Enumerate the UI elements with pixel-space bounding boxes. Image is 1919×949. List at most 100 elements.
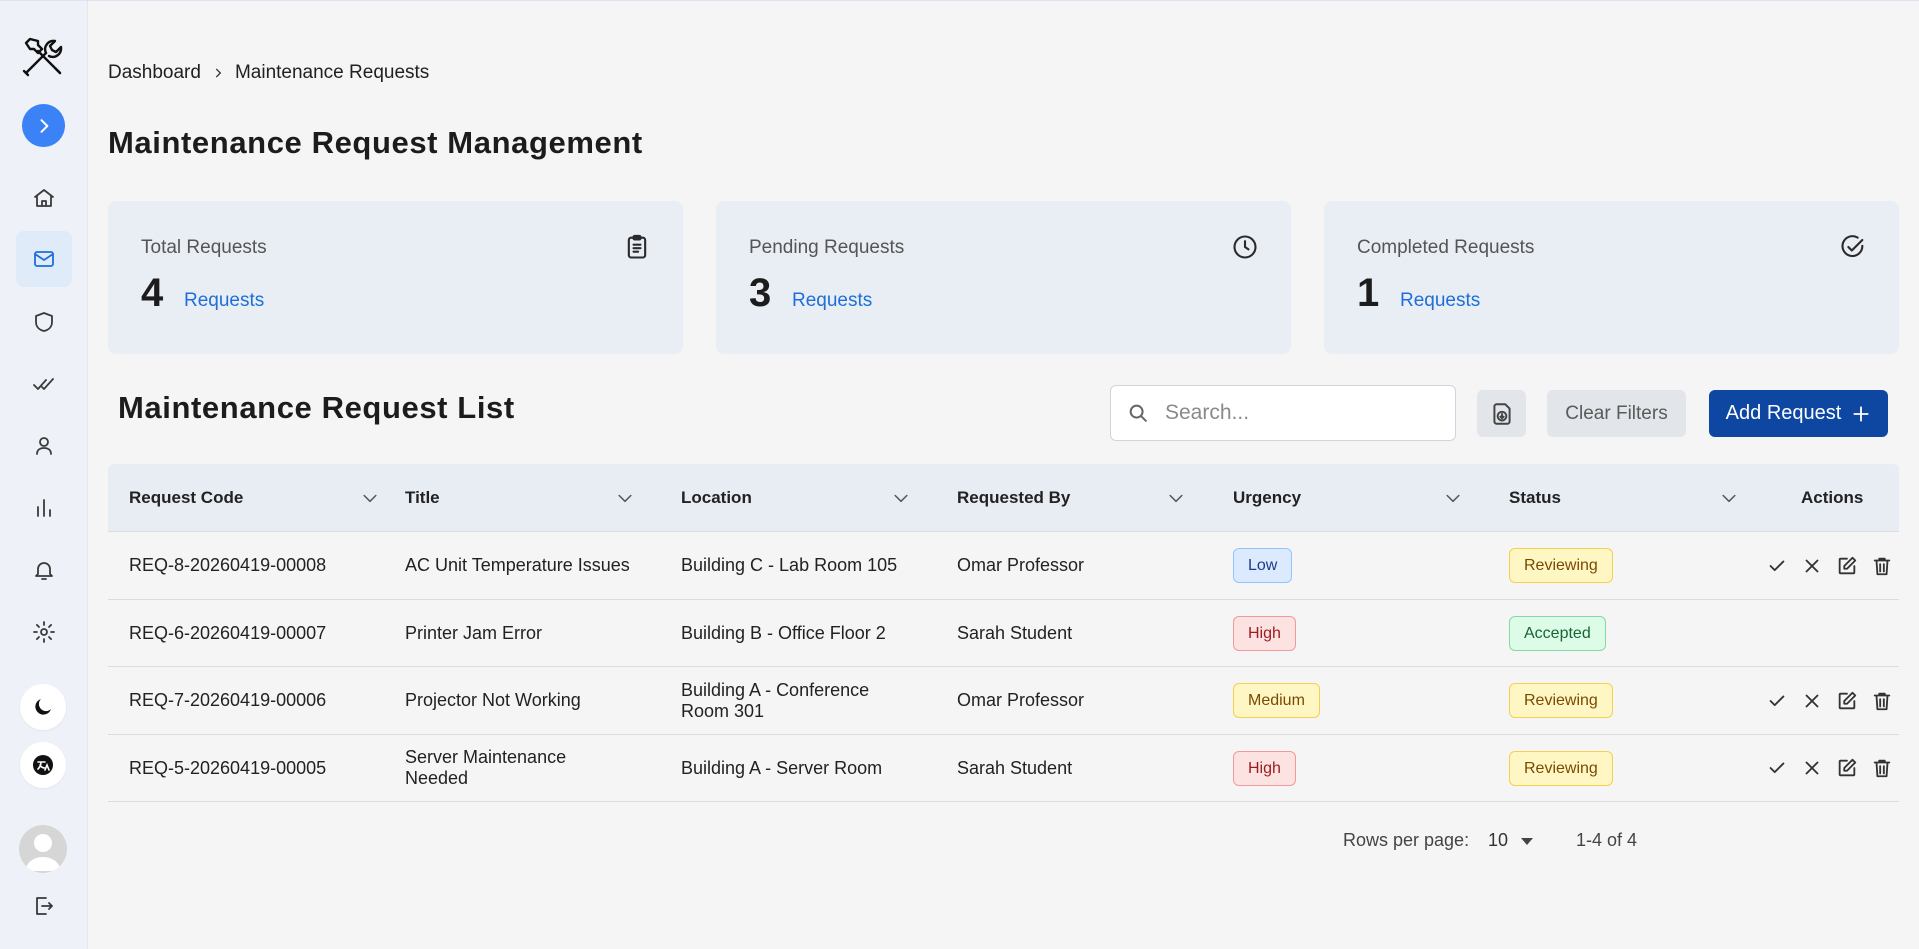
cell-requested-by: Omar Professor: [957, 690, 1085, 710]
caret-down-icon: [1521, 837, 1534, 845]
card-label: Pending Requests: [749, 237, 905, 258]
logout-button[interactable]: [16, 878, 72, 934]
user-avatar[interactable]: [19, 825, 67, 873]
home-icon: [34, 189, 54, 207]
approve-button[interactable]: [1764, 688, 1790, 714]
chevron-down-icon[interactable]: [360, 488, 380, 508]
card-unit: Requests: [1400, 290, 1481, 311]
table-row: REQ-5-20260419-00005 Server Maintenance …: [108, 735, 1899, 802]
check-icon: [1769, 762, 1785, 774]
nav-settings[interactable]: [16, 604, 72, 660]
cell-status: Accepted: [1509, 600, 1606, 667]
row-actions: [1764, 735, 1904, 802]
pagination-range: 1-4 of 4: [1576, 830, 1638, 850]
close-icon: [1805, 761, 1819, 775]
close-icon: [1805, 559, 1819, 572]
status-badge: Reviewing: [1509, 548, 1613, 583]
card-label: Total Requests: [141, 237, 267, 258]
nav-tasks[interactable]: [16, 356, 72, 412]
table-row: REQ-7-20260419-00006 Projector Not Worki…: [108, 667, 1899, 735]
urgency-badge: High: [1233, 750, 1296, 786]
chevron-down-icon[interactable]: [1166, 488, 1186, 508]
trash-icon: [1873, 557, 1891, 575]
rows-per-page-select[interactable]: 10: [1488, 830, 1534, 851]
nav-security[interactable]: [16, 294, 72, 350]
chevron-right-icon: [40, 118, 48, 133]
header-label: Actions: [1801, 488, 1864, 507]
breadcrumb-dashboard-link[interactable]: Dashboard: [108, 62, 201, 84]
tools-logo-icon[interactable]: [20, 33, 66, 79]
cell-location: Building A - Server Room: [681, 757, 883, 778]
trash-icon: [1873, 692, 1891, 710]
urgency-badge: Low: [1233, 548, 1293, 583]
completed-requests-card: Completed Requests 1 Requests: [1324, 201, 1899, 354]
nav-users[interactable]: [16, 418, 72, 474]
edit-button[interactable]: [1834, 553, 1860, 579]
card-label: Completed Requests: [1357, 237, 1535, 258]
clear-filters-button[interactable]: Clear Filters: [1547, 390, 1686, 437]
export-button[interactable]: [1477, 390, 1526, 437]
bell-icon: [35, 562, 53, 580]
theme-toggle-button[interactable]: [20, 684, 66, 730]
card-count: 4: [141, 271, 164, 315]
mail-icon: [34, 251, 54, 267]
shield-icon: [35, 312, 53, 332]
search-input[interactable]: [1165, 401, 1435, 425]
file-download-icon: [1492, 402, 1511, 425]
chevron-right-icon: [211, 66, 225, 80]
header-title[interactable]: Title: [405, 464, 660, 532]
reject-button[interactable]: [1799, 755, 1825, 781]
chevron-down-icon[interactable]: [891, 488, 911, 508]
edit-icon: [1838, 691, 1857, 709]
urgency-badge: Medium: [1233, 683, 1320, 718]
edit-icon: [1838, 758, 1857, 777]
approve-button[interactable]: [1764, 553, 1790, 579]
card-count: 1: [1357, 271, 1380, 315]
header-request-code[interactable]: Request Code: [129, 464, 384, 532]
nav-reports[interactable]: [16, 480, 72, 536]
edit-button[interactable]: [1834, 755, 1860, 781]
approve-button[interactable]: [1764, 755, 1790, 781]
header-urgency[interactable]: Urgency: [1233, 464, 1488, 532]
chevron-down-icon[interactable]: [1443, 488, 1463, 508]
pending-requests-card: Pending Requests 3 Requests: [716, 201, 1291, 354]
delete-button[interactable]: [1869, 688, 1895, 714]
delete-button[interactable]: [1869, 553, 1895, 579]
cell-requested-by: Omar Professor: [957, 555, 1085, 575]
requests-table: Request Code Title Location Requested By…: [108, 464, 1899, 802]
row-actions: [1764, 667, 1904, 734]
page-title: Maintenance Request Management: [108, 125, 643, 160]
close-icon: [1805, 694, 1819, 707]
trash-icon: [1873, 759, 1891, 778]
cell-title: Projector Not Working: [405, 690, 581, 710]
nav-notifications[interactable]: [16, 542, 72, 598]
reject-button[interactable]: [1799, 553, 1825, 579]
reject-button[interactable]: [1799, 688, 1825, 714]
nav-home[interactable]: [16, 170, 72, 226]
header-label: Urgency: [1233, 488, 1302, 507]
chevron-down-icon[interactable]: [1719, 488, 1739, 508]
expand-sidebar-button[interactable]: [22, 104, 65, 147]
delete-button[interactable]: [1869, 755, 1895, 781]
search-box: [1110, 385, 1456, 441]
check-circle-icon: [1839, 233, 1867, 261]
language-button[interactable]: [20, 742, 66, 788]
header-label: Requested By: [957, 488, 1071, 507]
avatar-placeholder-icon: [25, 834, 61, 871]
summary-cards: Total Requests 4 Requests Pending Reques…: [108, 201, 1899, 354]
check-icon: [1769, 560, 1785, 571]
header-location[interactable]: Location: [681, 464, 936, 532]
edit-button[interactable]: [1834, 688, 1860, 714]
table-header: Request Code Title Location Requested By…: [108, 464, 1899, 532]
add-request-button[interactable]: Add Request: [1709, 390, 1888, 437]
nav-requests[interactable]: [16, 231, 72, 287]
header-status[interactable]: Status: [1509, 464, 1764, 532]
clock-icon: [1231, 233, 1259, 261]
cell-requested-by: Sarah Student: [957, 622, 1073, 643]
translate-icon: [33, 755, 53, 775]
chevron-down-icon[interactable]: [615, 488, 635, 508]
header-requested-by[interactable]: Requested By: [957, 464, 1212, 532]
table-row: REQ-6-20260419-00007 Printer Jam Error B…: [108, 600, 1899, 667]
sidebar: [0, 1, 88, 949]
gear-icon: [33, 621, 55, 643]
